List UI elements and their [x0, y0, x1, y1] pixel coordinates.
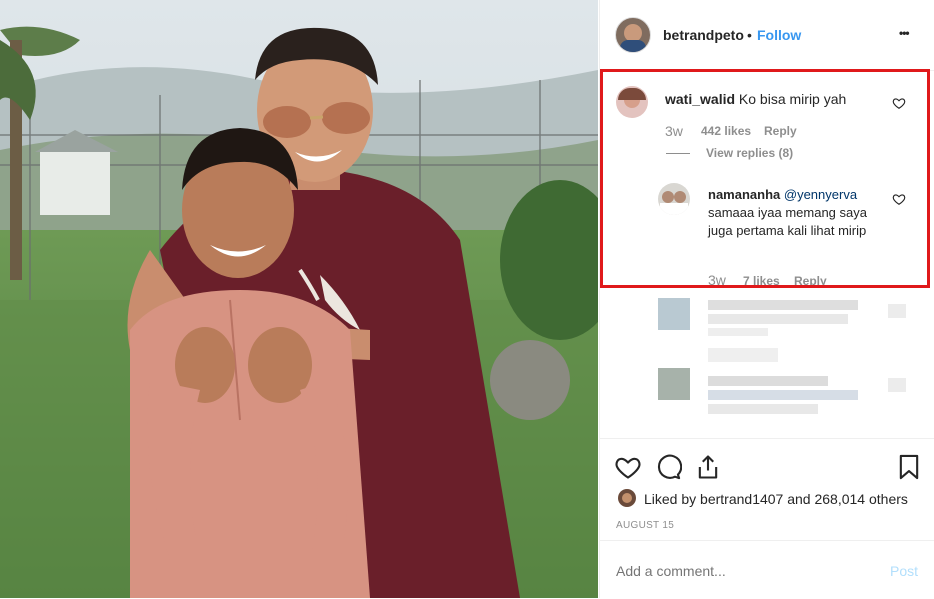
bookmark-icon[interactable]: [895, 453, 923, 481]
photo-illustration: [0, 0, 598, 598]
comment-icon[interactable]: [654, 453, 682, 481]
post-date[interactable]: AUGUST 15: [616, 520, 674, 531]
comment-input[interactable]: [614, 557, 868, 585]
comment-reply-button[interactable]: Reply: [764, 124, 797, 138]
likes-count[interactable]: 268,014 others: [814, 491, 907, 507]
commenter-username[interactable]: wati_walid: [665, 91, 735, 107]
reply-item: namananha @yennyerva samaaa iyaa memang …: [600, 180, 934, 290]
share-icon[interactable]: [694, 453, 722, 481]
likes-summary: Liked by bertrand1407 and 268,014 others: [644, 491, 908, 507]
pixelated-avatar: [658, 298, 690, 330]
commenter-avatar[interactable]: [616, 86, 648, 118]
comment-time[interactable]: 3w: [665, 123, 683, 139]
post-side-panel: betrandpeto • Follow ••• wati_walid Ko b…: [599, 0, 934, 598]
follow-button[interactable]: Follow: [757, 27, 801, 43]
reply-likes[interactable]: 7 likes: [743, 274, 780, 288]
comment-like-icon[interactable]: [892, 96, 906, 110]
liker-avatar[interactable]: [618, 489, 636, 507]
comment-text: Ko bisa mirip yah: [738, 91, 847, 107]
more-options-icon[interactable]: •••: [899, 26, 910, 40]
author-avatar[interactable]: [615, 17, 651, 53]
post-header: betrandpeto • Follow •••: [600, 0, 934, 71]
reply-avatar[interactable]: [658, 183, 690, 215]
view-replies-button[interactable]: View replies (8): [706, 146, 793, 160]
likes-prefix: Liked by: [644, 491, 697, 507]
reply-text: samaaa iyaa memang saya juga pertama kal…: [708, 205, 867, 238]
reply-mention[interactable]: @yennyerva: [784, 187, 857, 202]
reply-like-icon[interactable]: [892, 192, 906, 206]
pixelated-comments: [600, 290, 934, 440]
heart-icon[interactable]: [614, 453, 642, 481]
reply-username[interactable]: namananha: [708, 187, 780, 202]
reply-reply-button[interactable]: Reply: [794, 274, 827, 288]
comment-item: wati_walid Ko bisa mirip yah 3w 442 like…: [600, 80, 934, 180]
likes-user[interactable]: bertrand1407: [700, 491, 783, 507]
author-username[interactable]: betrandpeto: [663, 27, 744, 43]
reply-time[interactable]: 3w: [708, 272, 726, 288]
likes-middle: and: [787, 491, 811, 507]
pixelated-avatar: [658, 368, 690, 400]
action-bar: Liked by bertrand1407 and 268,014 others…: [600, 438, 934, 539]
comment-likes[interactable]: 442 likes: [701, 124, 751, 138]
follow-separator: •: [747, 27, 752, 43]
view-replies-line: [666, 153, 690, 154]
comment-composer: Post: [600, 540, 934, 599]
post-photo[interactable]: [0, 0, 598, 598]
post-comment-button[interactable]: Post: [890, 563, 918, 579]
